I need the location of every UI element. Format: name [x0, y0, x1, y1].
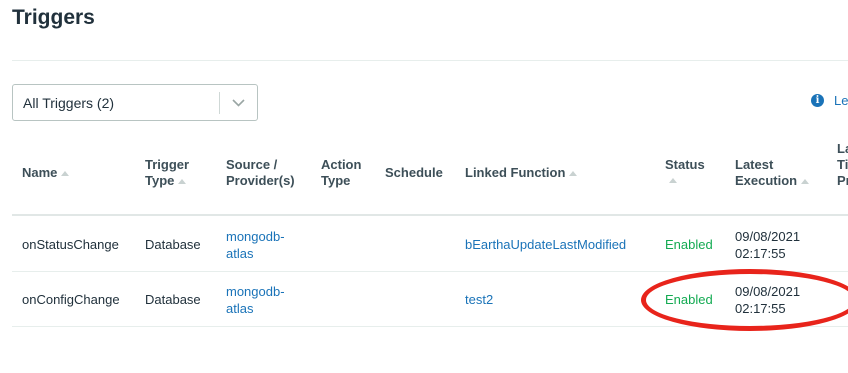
col-header-truncated-line2: Ti	[837, 157, 848, 172]
sort-icon	[569, 171, 578, 177]
trigger-filter-select[interactable]: All Triggers (2)	[12, 84, 258, 121]
latest-execution: 09/08/2021 02:17:55	[735, 228, 800, 262]
col-header-schedule: Schedule	[385, 165, 443, 180]
trigger-type: Database	[145, 292, 201, 307]
trigger-name[interactable]: onStatusChange	[22, 236, 119, 253]
col-header-status-label: Status	[665, 157, 705, 172]
col-header-truncated-line1: La	[837, 141, 848, 156]
col-header-trigger-type-line1: Trigger	[145, 157, 190, 172]
linked-function-link[interactable]: bEarthaUpdateLastModified	[465, 236, 643, 253]
col-header-latest-execution-line2: Execution	[735, 173, 798, 188]
col-header-trigger-type[interactable]: Trigger Type	[145, 157, 189, 189]
sort-icon	[61, 171, 70, 177]
col-header-action-type: Action Type	[321, 157, 361, 189]
col-header-trigger-type-line2: Type	[145, 173, 175, 188]
col-header-latest-execution-line1: Latest	[735, 157, 774, 172]
learn-more[interactable]: i Le	[811, 93, 848, 108]
execution-date: 09/08/2021	[735, 229, 801, 244]
filter-selected-value: All Triggers (2)	[23, 94, 115, 111]
col-header-action-type-line2: Type	[321, 173, 351, 188]
info-icon: i	[811, 94, 824, 107]
source-line1: mongodb-	[226, 229, 285, 244]
trigger-type: Database	[145, 237, 201, 252]
source-line2: atlas	[226, 301, 254, 316]
col-header-source: Source / Provider(s)	[226, 157, 295, 189]
learn-more-link[interactable]: Le	[834, 93, 848, 108]
col-header-name-label: Name	[22, 165, 58, 180]
linked-function-link[interactable]: test2	[465, 291, 493, 308]
source-link[interactable]: mongodb- atlas	[226, 228, 285, 262]
chevron-down-icon[interactable]	[220, 98, 257, 107]
sort-icon	[669, 178, 677, 183]
source-line2: atlas	[226, 246, 254, 261]
col-header-source-line2: Provider(s)	[226, 173, 295, 188]
col-header-truncated-line3: Pr	[837, 173, 848, 188]
col-header-latest-execution[interactable]: Latest Execution	[735, 157, 810, 189]
col-header-status[interactable]: Status	[665, 157, 705, 183]
execution-time: 02:17:55	[735, 246, 786, 261]
status-badge: Enabled	[665, 237, 713, 252]
trigger-name[interactable]: onConfigChange	[22, 291, 120, 308]
col-header-name[interactable]: Name	[22, 165, 70, 181]
title-divider	[12, 60, 848, 61]
annotation-circle	[641, 269, 848, 331]
sort-icon	[178, 179, 187, 185]
col-header-action-type-line1: Action	[321, 157, 362, 172]
page-title: Triggers	[12, 6, 95, 29]
col-header-source-line1: Source /	[226, 157, 278, 172]
header-divider	[12, 214, 848, 216]
sort-icon	[801, 179, 810, 185]
col-header-truncated: La Ti Pr	[837, 141, 848, 189]
col-header-linked-function[interactable]: Linked Function	[465, 165, 578, 181]
col-header-linked-function-label: Linked Function	[465, 165, 566, 180]
source-link[interactable]: mongodb- atlas	[226, 283, 285, 317]
source-line1: mongodb-	[226, 284, 285, 299]
